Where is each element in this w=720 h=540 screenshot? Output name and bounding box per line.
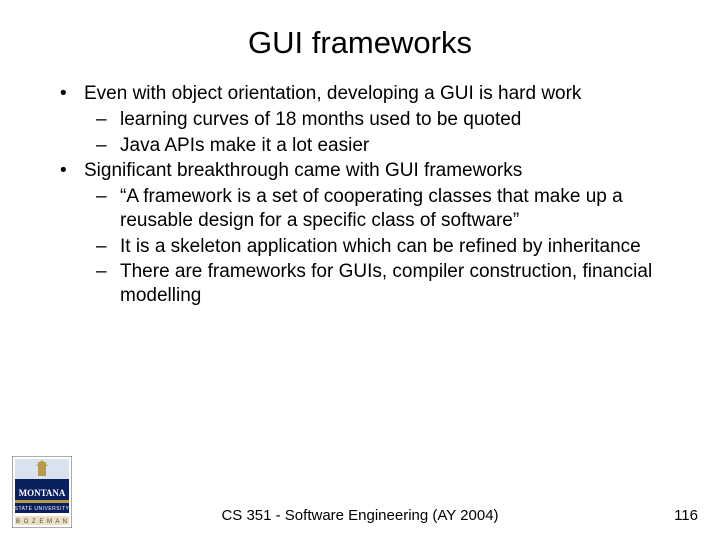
sub-bullet-text: It is a skeleton application which can b… <box>120 236 641 257</box>
sub-bullet-item: “A framework is a set of cooperating cla… <box>84 185 672 233</box>
bullet-text: Even with object orientation, developing… <box>84 83 581 104</box>
logo-top-text: MONTANA <box>19 488 66 498</box>
slide-body: Even with object orientation, developing… <box>52 82 672 310</box>
sub-bullet-item: It is a skeleton application which can b… <box>84 235 672 259</box>
sub-bullet-item: There are frameworks for GUIs, compiler … <box>84 260 672 308</box>
bullet-text: Significant breakthrough came with GUI f… <box>84 160 522 181</box>
slide-title: GUI frameworks <box>0 25 720 61</box>
sub-bullet-text: learning curves of 18 months used to be … <box>120 109 521 130</box>
sub-bullet-item: learning curves of 18 months used to be … <box>84 108 672 132</box>
sub-bullet-item: Java APIs make it a lot easier <box>84 134 672 158</box>
bullet-item: Even with object orientation, developing… <box>52 82 672 157</box>
footer-page-number: 116 <box>674 507 698 524</box>
sub-bullet-text: There are frameworks for GUIs, compiler … <box>120 261 652 306</box>
bullet-item: Significant breakthrough came with GUI f… <box>52 159 672 308</box>
slide: GUI frameworks Even with object orientat… <box>0 0 720 540</box>
footer-course: CS 351 - Software Engineering (AY 2004) <box>0 507 720 524</box>
sub-bullet-text: Java APIs make it a lot easier <box>120 135 369 156</box>
sub-bullet-text: “A framework is a set of cooperating cla… <box>120 186 623 231</box>
